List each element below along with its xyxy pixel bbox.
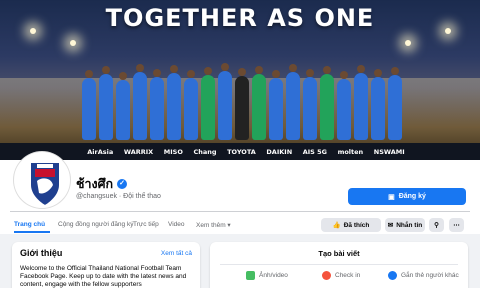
player (133, 64, 147, 140)
goalkeeper (201, 67, 215, 140)
player (184, 70, 198, 140)
profile-avatar[interactable] (14, 152, 70, 208)
photo-video-option[interactable]: Ảnh/video (246, 271, 288, 280)
sponsor-logo: NSWAMI (373, 147, 405, 156)
player (218, 63, 232, 140)
message-label: Nhắn tin (396, 221, 423, 229)
search-button[interactable]: ⚲ (429, 218, 444, 232)
divider (220, 264, 458, 265)
divider (10, 211, 470, 212)
tag-people-option[interactable]: Gắn thẻ người khác (388, 271, 459, 280)
sponsor-logo: molten (337, 147, 364, 156)
coach (235, 68, 249, 140)
sponsor-logo: TOYOTA (227, 147, 256, 156)
intro-description: Welcome to the Official Thailand Nationa… (20, 265, 187, 288)
intro-card: Giới thiệu Xem tất cả Welcome to the Off… (12, 242, 200, 288)
sponsor-bar: AirAsia WARRIX MISO Chang TOYOTA DAIKIN … (0, 143, 480, 160)
stadium-light (70, 40, 76, 46)
sponsor-logo: DAIKIN (266, 147, 293, 156)
player (337, 71, 351, 140)
sponsor-logo: AirAsia (87, 147, 114, 156)
sponsor-logo: MISO (163, 147, 183, 156)
player (269, 70, 283, 140)
liked-button[interactable]: 👍 Đã thích (321, 218, 381, 232)
check-in-label: Check in (335, 272, 361, 279)
verified-badge-icon: ✓ (117, 179, 128, 189)
player (150, 69, 164, 140)
sponsor-logo: WARRIX (123, 147, 154, 156)
player (82, 70, 96, 140)
tab-live[interactable]: Trực tiếp (133, 221, 159, 228)
subscribe-label: Đăng ký (398, 193, 426, 200)
photo-icon (246, 271, 255, 280)
more-options-button[interactable]: ⋯ (449, 218, 464, 232)
active-tab-indicator (14, 231, 50, 233)
create-post-title[interactable]: Tạo bài viết (210, 249, 468, 258)
more-icon: ⋯ (453, 222, 460, 229)
subscribe-icon: ▣ (388, 193, 395, 201)
sponsor-logo: AIS 5G (302, 147, 327, 156)
liked-label: Đã thích (343, 221, 370, 229)
player (167, 65, 181, 140)
player (99, 66, 113, 140)
thumbs-up-icon: 👍 (332, 222, 341, 229)
tab-subscriber-community[interactable]: Cộng đồng người đăng ký (58, 221, 133, 228)
tab-video[interactable]: Video (168, 221, 185, 228)
player (371, 69, 385, 140)
page-name: ช้างศึก ✓ (76, 174, 128, 194)
tab-home[interactable]: Trang chủ (14, 221, 45, 228)
page-handle-category: @changsuek · Đội thể thao (76, 193, 161, 200)
player (388, 67, 402, 140)
stadium-light (405, 40, 411, 46)
page-name-text: ช้างศึก (76, 177, 114, 191)
location-pin-icon (322, 271, 331, 280)
facebook-page: TOGETHER AS ONE AirAsia WARRIX MISO Chan… (0, 0, 480, 288)
goalkeeper (252, 66, 266, 140)
messenger-icon: ✉ (387, 222, 394, 229)
player (286, 64, 300, 140)
tag-people-label: Gắn thẻ người khác (401, 272, 459, 279)
message-button[interactable]: ✉ Nhắn tin (385, 218, 425, 232)
tag-people-icon (388, 271, 397, 280)
create-post-card: Tạo bài viết Ảnh/video Check in Gắn thẻ … (210, 242, 468, 288)
tab-more[interactable]: Xem thêm ▾ (196, 221, 231, 229)
team-photo (82, 62, 412, 140)
player (354, 65, 368, 140)
photo-video-label: Ảnh/video (259, 272, 288, 279)
cover-photo[interactable]: TOGETHER AS ONE AirAsia WARRIX MISO Chan… (0, 0, 480, 160)
check-in-option[interactable]: Check in (322, 271, 360, 280)
player (303, 69, 317, 140)
see-all-link[interactable]: Xem tất cả (161, 250, 192, 257)
subscribe-button[interactable]: ▣ Đăng ký (348, 188, 466, 205)
goalkeeper (320, 66, 334, 140)
player (116, 72, 130, 140)
search-icon: ⚲ (434, 222, 439, 229)
sponsor-logo: Chang (193, 147, 217, 156)
cover-title: TOGETHER AS ONE (105, 4, 375, 32)
